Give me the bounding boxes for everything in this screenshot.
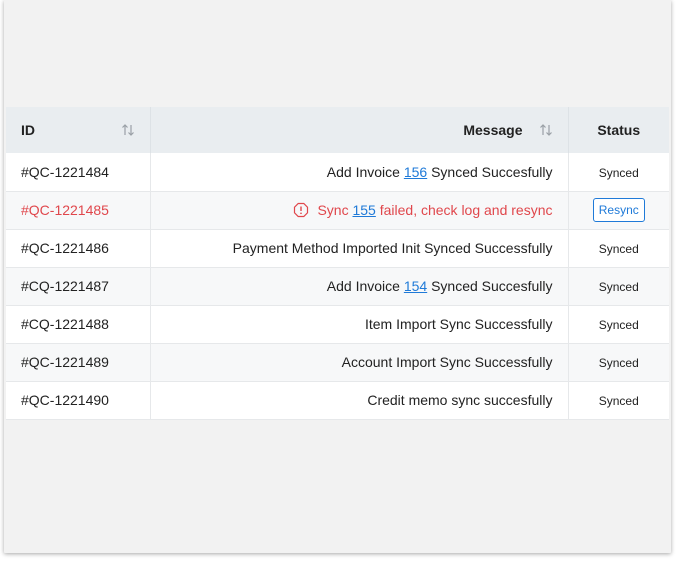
row-message: Sync 155 failed, check log and resync [150, 191, 569, 229]
row-id: #CQ-1221487 [6, 267, 151, 305]
row-message: Add Invoice 154 Synced Succesfully [150, 267, 569, 305]
message-text: Account Import Sync Successfully [341, 354, 553, 370]
message-text: Add Invoice [326, 278, 404, 294]
table-row: #QC-1221489 Account Import Sync Successf… [6, 343, 669, 381]
row-status: Synced [568, 229, 669, 267]
invoice-link[interactable]: 154 [404, 278, 427, 294]
row-id: #QC-1221490 [6, 381, 151, 419]
resync-button[interactable]: Resync [592, 198, 645, 222]
table-row: #QC-1221484 Add Invoice 156 Synced Succe… [6, 153, 669, 191]
row-status: Synced [568, 343, 669, 381]
status-label: Synced [598, 356, 639, 370]
row-id: #QC-1221484 [6, 153, 151, 191]
row-message: Add Invoice 156 Synced Succesfully [150, 153, 569, 191]
header-status: Status [568, 107, 669, 153]
header-message-label: Message [463, 122, 523, 138]
row-id: #CQ-1221488 [6, 305, 151, 343]
status-label: Synced [598, 280, 639, 294]
status-label: Synced [598, 318, 639, 332]
row-id: #QC-1221485 [6, 191, 151, 229]
sort-icon[interactable] [539, 123, 553, 137]
row-status: Resync [568, 191, 669, 229]
header-message[interactable]: Message [150, 107, 569, 153]
message-text: Add Invoice [326, 163, 404, 180]
message-text: Synced Succesfully [427, 163, 553, 180]
warning-octagon-icon [294, 202, 309, 218]
message-text: Item Import Sync Successfully [364, 316, 553, 332]
sync-link[interactable]: 155 [352, 202, 375, 218]
table-row: #QC-1221486 Payment Method Imported Init… [6, 229, 669, 267]
table-row: #QC-1221485 Sync 155 failed, check log a… [6, 191, 669, 229]
table-header-row: ID Message Status [6, 107, 669, 153]
sync-log-table: ID Message Status #QC-1221484 Add Invoic… [6, 107, 669, 420]
message-text: Credit memo sync succesfully [367, 392, 553, 408]
table-row: #CQ-1221487 Add Invoice 154 Synced Succe… [6, 267, 669, 305]
sort-icon[interactable] [121, 123, 135, 137]
status-label: Synced [598, 165, 639, 180]
invoice-link[interactable]: 156 [404, 164, 427, 180]
message-text: Synced Succesfully [427, 278, 553, 294]
row-message: Account Import Sync Successfully [150, 343, 569, 381]
row-id: #QC-1221486 [6, 229, 151, 267]
row-message: Credit memo sync succesfully [150, 381, 569, 419]
message-text: Payment Method Imported Init Synced Succ… [232, 240, 553, 256]
row-status: Synced [568, 153, 669, 191]
header-status-label: Status [597, 122, 641, 138]
table-row: #QC-1221490 Credit memo sync succesfully… [6, 381, 669, 419]
row-id: #QC-1221489 [6, 343, 151, 381]
row-status: Synced [568, 305, 669, 343]
message-text: Sync [317, 202, 353, 218]
row-status: Synced [568, 381, 669, 419]
status-label: Synced [598, 242, 639, 256]
row-status: Synced [568, 267, 669, 305]
header-id-label: ID [21, 122, 35, 138]
row-message: Payment Method Imported Init Synced Succ… [150, 229, 569, 267]
status-label: Synced [598, 394, 639, 408]
table-row: #CQ-1221488 Item Import Sync Successfull… [6, 305, 669, 343]
row-message: Item Import Sync Successfully [150, 305, 569, 343]
header-id[interactable]: ID [6, 107, 151, 153]
message-text: failed, check log and resync [375, 202, 553, 218]
